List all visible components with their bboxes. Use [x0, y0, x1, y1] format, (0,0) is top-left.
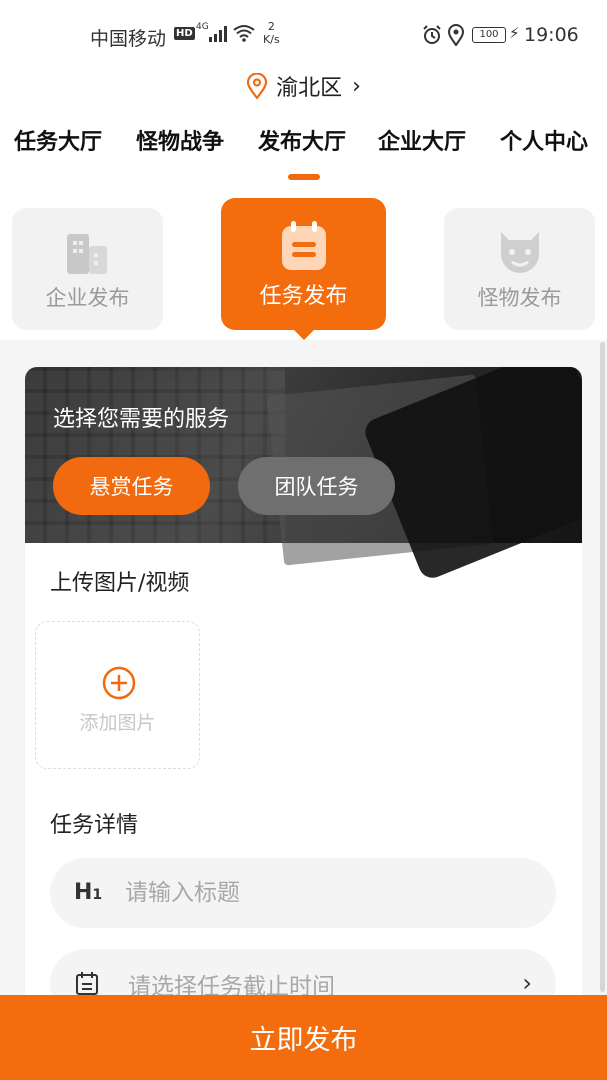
title-field[interactable]: H1 [50, 858, 556, 928]
alarm-icon [423, 25, 441, 44]
service-title: 选择您需要的服务 [53, 407, 230, 432]
tab-personal-center[interactable]: 个人中心 [500, 124, 588, 156]
location-label: 渝北区 [276, 76, 343, 101]
chevron-right-icon: › [522, 969, 532, 997]
tab-monster-war[interactable]: 怪物战争 [136, 124, 224, 156]
net-speed: 2 K/s [263, 20, 280, 46]
tab-publish-hall[interactable]: 发布大厅 [258, 124, 346, 156]
tab-enterprise-hall[interactable]: 企业大厅 [378, 124, 466, 156]
publish-form-card: 选择您需要的服务 悬赏任务 团队任务 上传图片/视频 添加图片 任务详情 H1 … [25, 367, 582, 1027]
category-monster-publish[interactable]: 怪物发布 [444, 208, 595, 330]
service-banner: 选择您需要的服务 悬赏任务 团队任务 [25, 367, 582, 583]
active-tab-indicator [288, 174, 320, 180]
add-image-button[interactable]: 添加图片 [35, 621, 200, 769]
calendar-icon [76, 972, 98, 995]
category-enterprise-publish[interactable]: 企业发布 [12, 208, 163, 330]
details-section-title: 任务详情 [50, 813, 139, 838]
wifi-icon [233, 25, 255, 42]
location-selector[interactable]: 渝北区 › [0, 70, 607, 102]
category-label: 怪物发布 [477, 286, 562, 310]
network-label: 4G [196, 22, 209, 32]
category-task-publish[interactable]: 任务发布 [221, 198, 386, 340]
category-label: 企业发布 [45, 286, 130, 310]
top-nav: 任务大厅 怪物战争 发布大厅 企业大厅 个人中心 [0, 124, 607, 164]
upload-section-title: 上传图片/视频 [50, 571, 190, 596]
net-speed-unit: K/s [263, 33, 280, 46]
scrollbar[interactable] [600, 342, 605, 992]
location-status-icon [447, 24, 465, 46]
heading-icon: H1 [74, 880, 103, 905]
charging-icon: ⚡ [509, 24, 520, 42]
category-label: 任务发布 [259, 284, 348, 309]
carrier-label: 中国移动 [90, 28, 167, 50]
clipboard-icon [281, 221, 326, 270]
battery-icon: 100 [472, 27, 506, 43]
location-pin-icon [246, 73, 268, 99]
publish-now-button[interactable]: 立即发布 [0, 995, 607, 1080]
plus-circle-icon [102, 666, 136, 700]
add-image-label: 添加图片 [79, 712, 156, 734]
chevron-right-icon: › [352, 73, 361, 99]
tab-task-hall[interactable]: 任务大厅 [14, 124, 102, 156]
reward-task-button[interactable]: 悬赏任务 [53, 457, 210, 515]
building-icon [66, 234, 107, 274]
signal-icon [209, 26, 227, 42]
title-input[interactable] [125, 858, 525, 928]
active-pointer [294, 330, 314, 340]
hd-badge: HD [174, 27, 195, 40]
net-speed-value: 2 [267, 20, 275, 33]
status-bar: 中国移动 HD 4G 2 K/s 100 ⚡ 19:06 [0, 0, 607, 70]
banner-keyboard-image [25, 367, 285, 543]
monster-icon [500, 232, 539, 273]
team-task-button[interactable]: 团队任务 [238, 457, 395, 515]
clock: 19:06 [524, 24, 579, 46]
